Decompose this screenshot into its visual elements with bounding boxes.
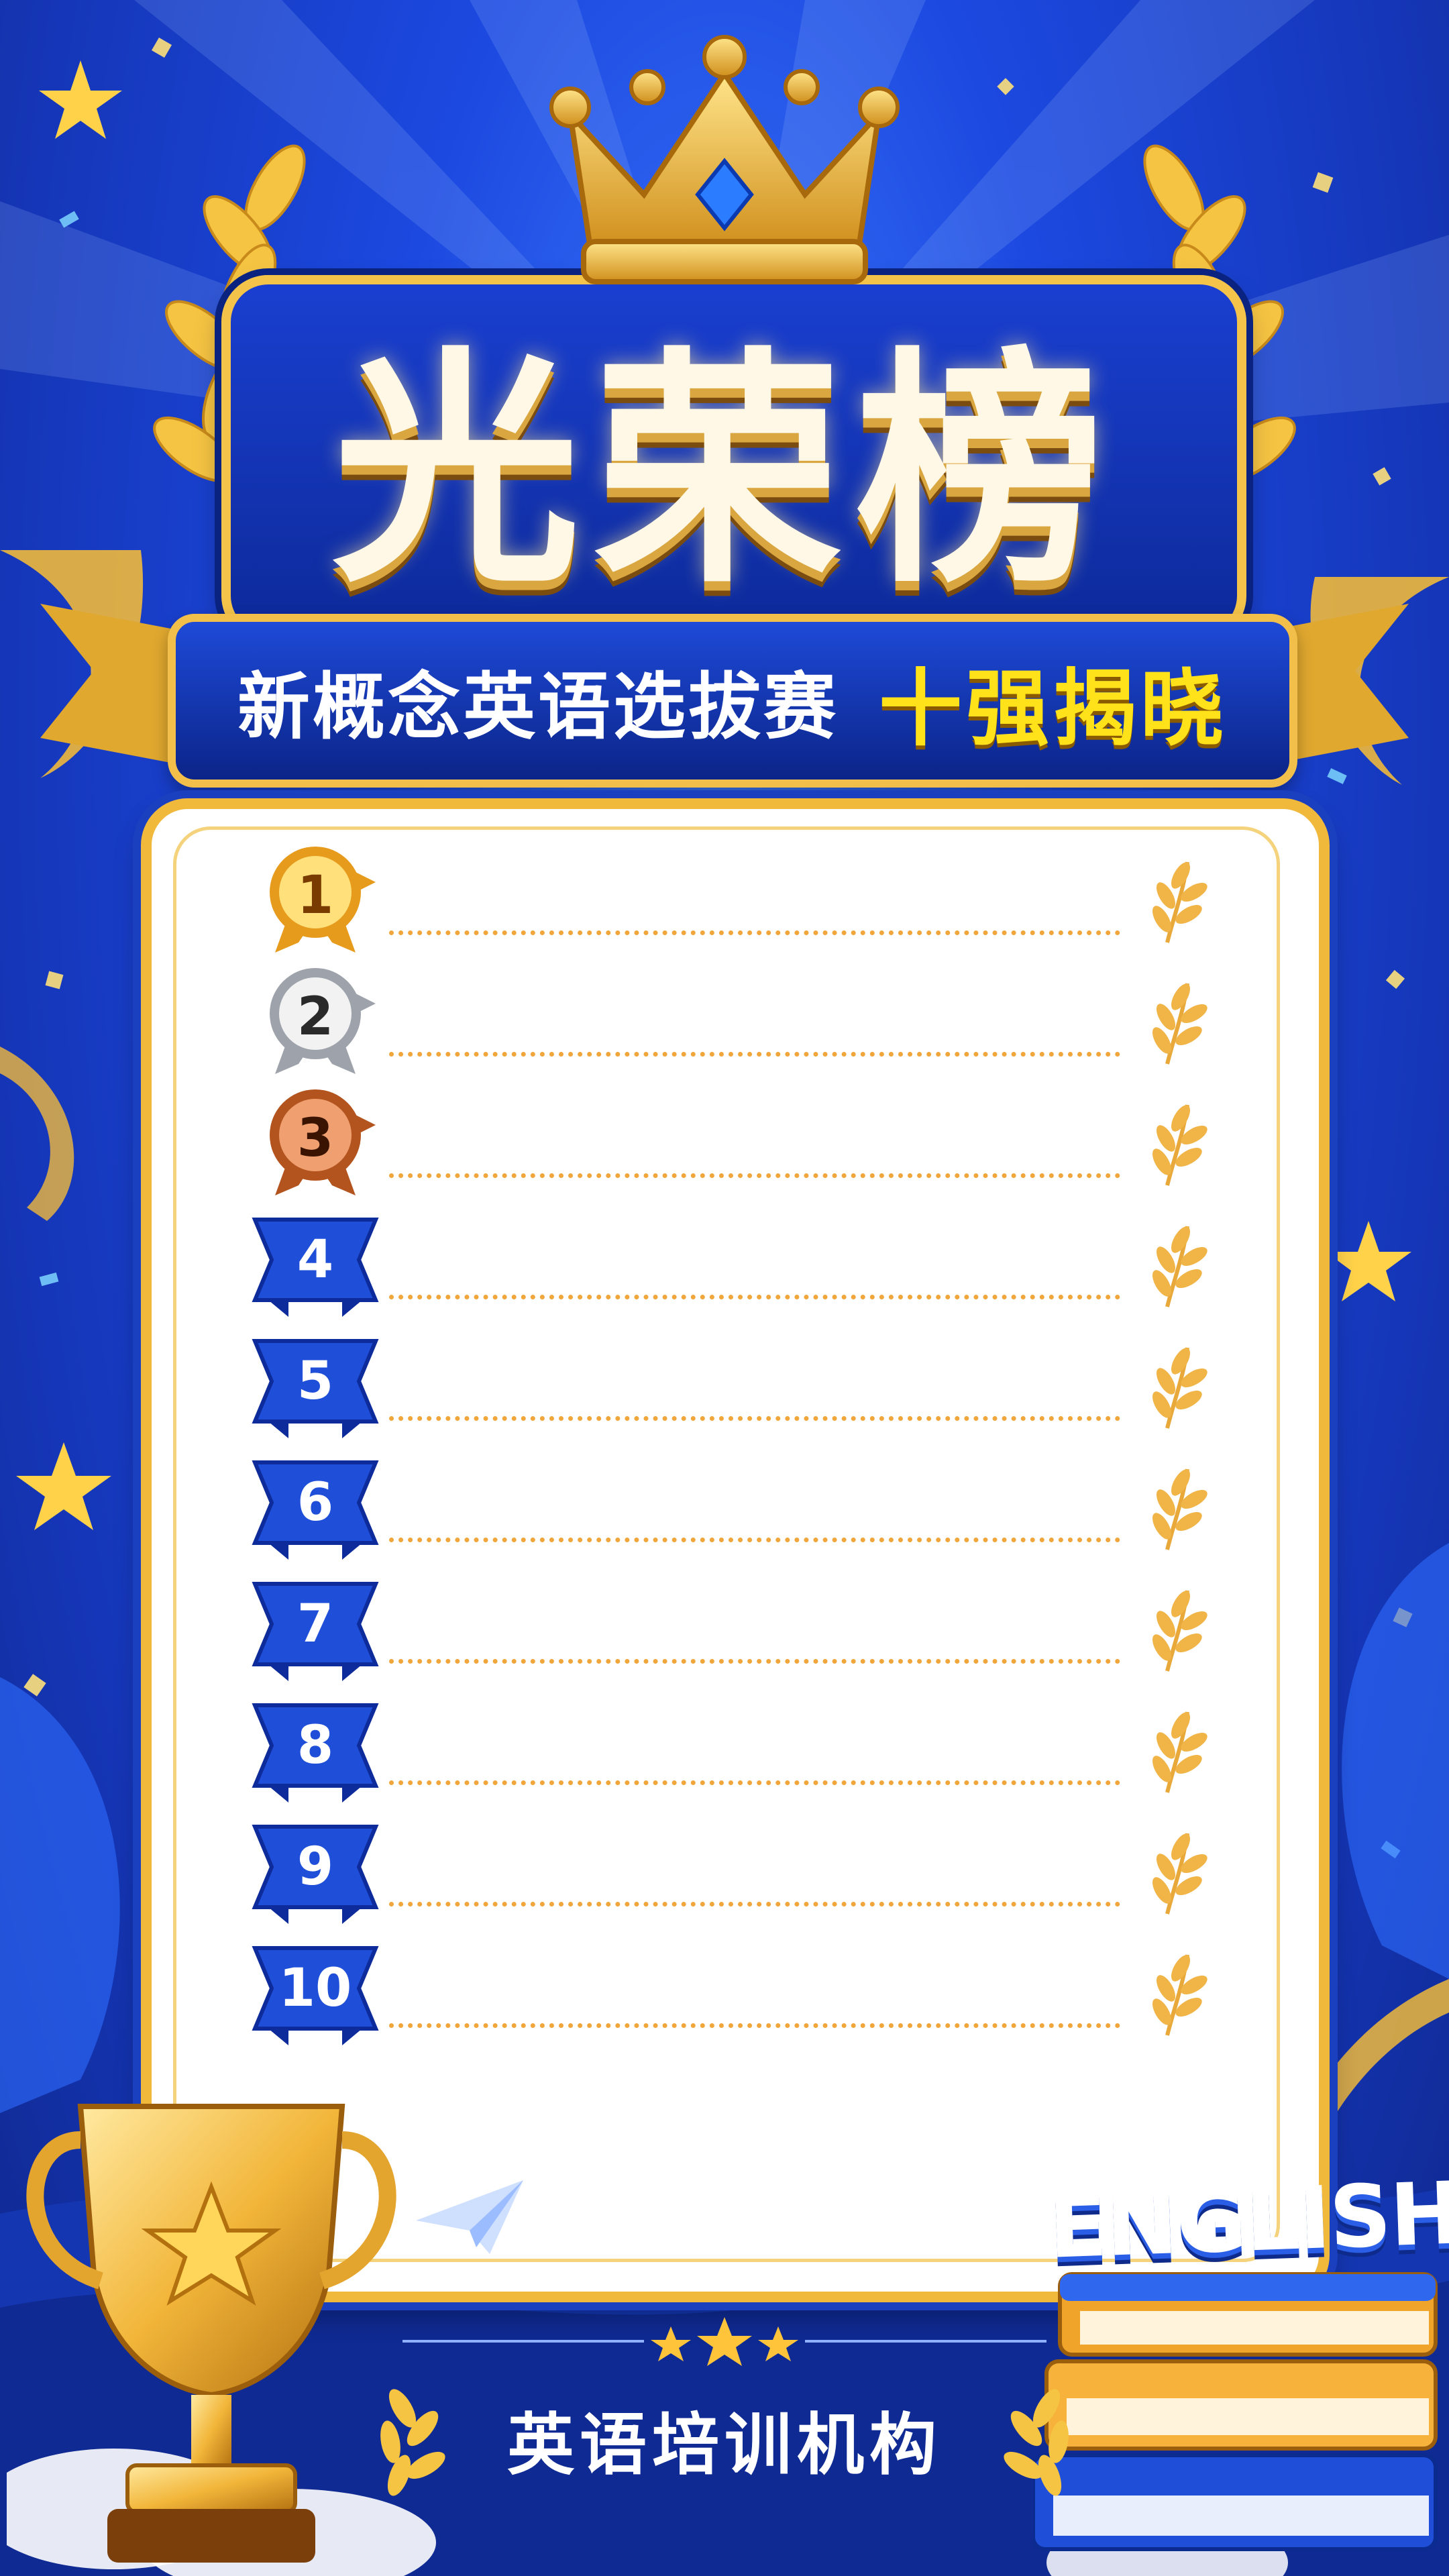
laurel-icon bbox=[1152, 1104, 1208, 1186]
laurel-icon bbox=[1152, 983, 1208, 1065]
name-line bbox=[389, 1173, 1120, 1178]
ranking-row: 9 bbox=[248, 1813, 1214, 1934]
honor-roll-poster: 光荣榜 新概念英语选拔赛 十强揭晓 1 2 3 4 5 6 7 8 9 10 E… bbox=[0, 0, 1449, 2576]
laurel-icon bbox=[1152, 1833, 1208, 1915]
rank-number: 2 bbox=[297, 987, 334, 1047]
ranking-row: 8 bbox=[248, 1692, 1214, 1813]
rank-number: 7 bbox=[297, 1594, 334, 1654]
ranking-row: 3 bbox=[248, 1085, 1214, 1205]
name-line bbox=[389, 1052, 1120, 1057]
laurel-icon bbox=[1152, 1590, 1208, 1672]
ranking-row: 5 bbox=[248, 1328, 1214, 1448]
ranking-row: 10 bbox=[248, 1935, 1214, 2055]
star-icon bbox=[697, 2317, 752, 2366]
ranking-row: 6 bbox=[248, 1449, 1214, 1570]
laurel-icon bbox=[1152, 861, 1208, 943]
rank-number: 6 bbox=[297, 1472, 334, 1533]
rank-number: 3 bbox=[297, 1108, 334, 1169]
ranking-row: 4 bbox=[248, 1206, 1214, 1327]
name-line bbox=[389, 1659, 1120, 1664]
rank-number: 1 bbox=[297, 865, 334, 926]
rank-number: 10 bbox=[278, 1958, 352, 2019]
laurel-icon bbox=[1152, 1226, 1208, 1307]
paper-plane-icon bbox=[416, 2180, 523, 2254]
rank-number: 5 bbox=[297, 1351, 334, 1411]
name-line bbox=[389, 1538, 1120, 1542]
star-icon bbox=[16, 1442, 111, 1530]
ranking-row: 7 bbox=[248, 1570, 1214, 1691]
name-line bbox=[389, 1295, 1120, 1299]
laurel-icon bbox=[1152, 1468, 1208, 1550]
page-title: 光荣榜 bbox=[332, 328, 1117, 616]
crown-icon bbox=[549, 35, 900, 284]
rank-number: 9 bbox=[297, 1837, 334, 1897]
rank-number: 4 bbox=[297, 1230, 334, 1290]
subtitle: 新概念英语选拔赛 bbox=[237, 665, 839, 749]
english-label: ENGLISH bbox=[1046, 2163, 1449, 2278]
laurel-icon bbox=[1152, 1954, 1208, 2036]
name-line bbox=[389, 2023, 1120, 2028]
name-line bbox=[389, 1416, 1120, 1421]
highlight-text: 十强揭晓 bbox=[879, 660, 1228, 757]
laurel-icon bbox=[1152, 1347, 1208, 1429]
name-line bbox=[389, 930, 1120, 935]
ranking-row: 1 bbox=[248, 842, 1214, 963]
trophy-icon bbox=[7, 2104, 436, 2576]
laurel-icon bbox=[1152, 1711, 1208, 1793]
book-stack-icon bbox=[1033, 2272, 1438, 2576]
subtitle-banner: 新概念英语选拔赛 十强揭晓 bbox=[168, 614, 1297, 788]
ranking-row: 2 bbox=[248, 963, 1214, 1084]
rank-number: 8 bbox=[297, 1715, 334, 1776]
star-icon bbox=[651, 2326, 691, 2361]
star-icon bbox=[758, 2326, 798, 2361]
star-icon bbox=[1326, 1221, 1411, 1301]
name-line bbox=[389, 1902, 1120, 1907]
organization-name: 英语培训机构 bbox=[507, 2405, 942, 2484]
name-line bbox=[389, 1780, 1120, 1785]
